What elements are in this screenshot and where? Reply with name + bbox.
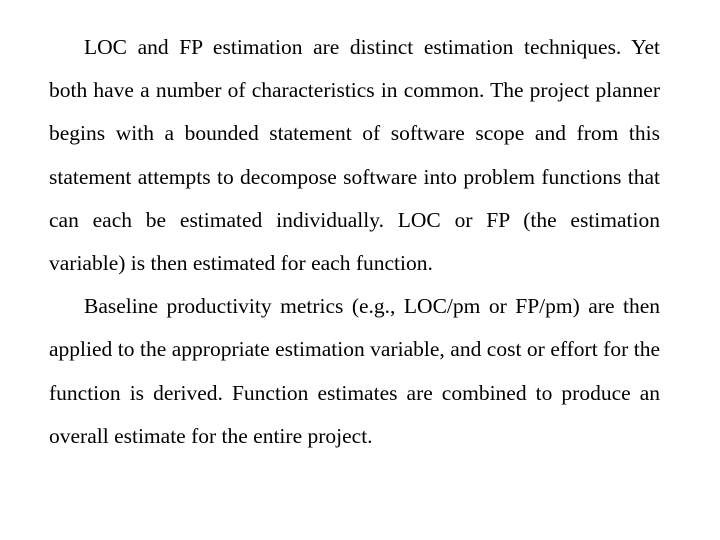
- paragraph-productivity-metrics: Baseline productivity metrics (e.g., LOC…: [49, 294, 660, 448]
- paragraph-estimation-techniques: LOC and FP estimation are distinct estim…: [49, 35, 660, 276]
- document-body: LOC and FP estimation are distinct estim…: [49, 26, 660, 458]
